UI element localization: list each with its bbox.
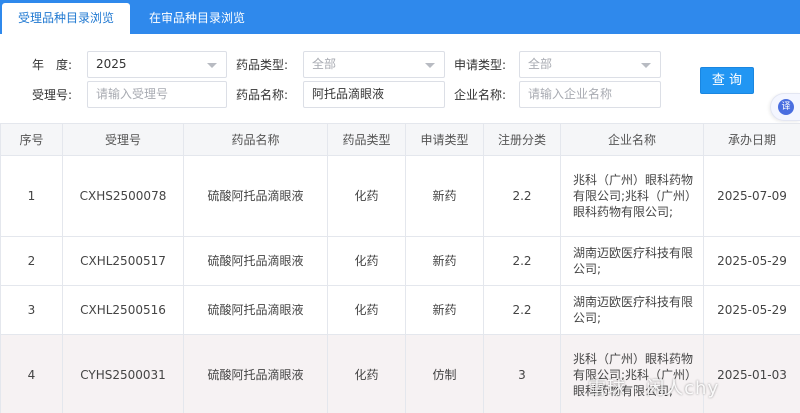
cell-category: 2.2 xyxy=(483,236,561,286)
cell-drug-name: 硫酸阿托品滴眼液 xyxy=(183,155,328,237)
cell-drug-type: 化药 xyxy=(327,334,406,413)
cell-category: 2.2 xyxy=(483,285,561,335)
cell-drug-name: 硫酸阿托品滴眼液 xyxy=(183,236,328,286)
table-row[interactable]: 4 CYHS2500031 硫酸阿托品滴眼液 化药 仿制 3 兆科（广州）眼科药… xyxy=(0,334,800,413)
apply-type-select[interactable]: 全部 xyxy=(519,51,661,78)
cell-drug-type: 化药 xyxy=(327,155,406,237)
table-row[interactable]: 2 CXHL2500517 硫酸阿托品滴眼液 化药 新药 2.2 湖南迈欧医疗科… xyxy=(0,236,800,286)
chevron-down-icon xyxy=(425,63,435,68)
drug-type-select[interactable]: 全部 xyxy=(303,51,445,78)
translate-float-tab[interactable]: 译 xyxy=(770,93,800,121)
cell-no: 1 xyxy=(0,155,63,237)
cell-apply-type: 新药 xyxy=(405,236,484,286)
col-header-company: 企业名称 xyxy=(560,123,704,156)
apply-type-value: 全部 xyxy=(528,57,553,71)
year-label: 年 度: xyxy=(32,58,73,72)
company-label: 企业名称: xyxy=(454,88,507,102)
cell-accept-no: CYHS2500031 xyxy=(62,334,184,413)
accept-no-input[interactable]: 请输入受理号 xyxy=(87,81,227,108)
company-input[interactable]: 请输入企业名称 xyxy=(519,81,661,108)
accept-no-label: 受理号: xyxy=(32,88,73,102)
drug-type-label: 药品类型: xyxy=(236,58,289,72)
cell-apply-type: 新药 xyxy=(405,155,484,237)
cell-date: 2025-05-29 xyxy=(703,236,800,286)
cell-date: 2025-07-09 xyxy=(703,155,800,237)
cell-category: 2.2 xyxy=(483,155,561,237)
year-value: 2025 xyxy=(96,57,127,71)
cell-company: 湖南迈欧医疗科技有限公司; xyxy=(560,236,704,286)
apply-type-label: 申请类型: xyxy=(454,58,507,72)
cell-apply-type: 新药 xyxy=(405,285,484,335)
chevron-down-icon xyxy=(641,63,651,68)
filter-panel: 年 度: 2025 药品类型: 全部 申请类型: 全部 受理号: 请输入受理号 … xyxy=(0,34,800,122)
cell-no: 4 xyxy=(0,334,63,413)
cell-no: 3 xyxy=(0,285,63,335)
drug-type-value: 全部 xyxy=(312,57,337,71)
drug-name-label: 药品名称: xyxy=(236,88,289,102)
table-row[interactable]: 3 CXHL2500516 硫酸阿托品滴眼液 化药 新药 2.2 湖南迈欧医疗科… xyxy=(0,285,800,335)
cell-company: 湖南迈欧医疗科技有限公司; xyxy=(560,285,704,335)
cell-accept-no: CXHL2500517 xyxy=(62,236,184,286)
tab-under-review-catalog[interactable]: 在审品种目录浏览 xyxy=(136,3,258,34)
chevron-down-icon xyxy=(207,63,217,68)
cell-company: 兆科（广州）眼科药物有限公司;兆科（广州）眼科药物有限公司; xyxy=(560,334,704,413)
cell-apply-type: 仿制 xyxy=(405,334,484,413)
col-header-apply-type: 申请类型 xyxy=(405,123,484,156)
year-select[interactable]: 2025 xyxy=(87,51,227,78)
tab-accepted-catalog[interactable]: 受理品种目录浏览 xyxy=(2,3,130,34)
cell-no: 2 xyxy=(0,236,63,286)
col-header-drug-name: 药品名称 xyxy=(183,123,328,156)
table-header-row: 序号 受理号 药品名称 药品类型 申请类型 注册分类 企业名称 承办日期 xyxy=(0,123,800,156)
col-header-category: 注册分类 xyxy=(483,123,561,156)
cell-accept-no: CXHS2500078 xyxy=(62,155,184,237)
results-table: 序号 受理号 药品名称 药品类型 申请类型 注册分类 企业名称 承办日期 1 C… xyxy=(0,123,800,413)
cell-company: 兆科（广州）眼科药物有限公司;兆科（广州）眼科药物有限公司; xyxy=(560,155,704,237)
col-header-no: 序号 xyxy=(0,123,63,156)
col-header-date: 承办日期 xyxy=(703,123,800,156)
cell-drug-name: 硫酸阿托品滴眼液 xyxy=(183,334,328,413)
cell-drug-type: 化药 xyxy=(327,285,406,335)
cell-accept-no: CXHL2500516 xyxy=(62,285,184,335)
cell-date: 2025-01-03 xyxy=(703,334,800,413)
drug-name-input[interactable]: 阿托品滴眼液 xyxy=(303,81,445,108)
translate-icon: 译 xyxy=(778,99,794,115)
tab-bar: 受理品种目录浏览 在审品种目录浏览 xyxy=(0,0,800,34)
cell-date: 2025-05-29 xyxy=(703,285,800,335)
col-header-accept-no: 受理号 xyxy=(62,123,184,156)
table-row[interactable]: 1 CXHS2500078 硫酸阿托品滴眼液 化药 新药 2.2 兆科（广州）眼… xyxy=(0,155,800,237)
col-header-drug-type: 药品类型 xyxy=(327,123,406,156)
cell-drug-type: 化药 xyxy=(327,236,406,286)
query-button[interactable]: 查 询 xyxy=(700,67,754,94)
cell-category: 3 xyxy=(483,334,561,413)
cell-drug-name: 硫酸阿托品滴眼液 xyxy=(183,285,328,335)
